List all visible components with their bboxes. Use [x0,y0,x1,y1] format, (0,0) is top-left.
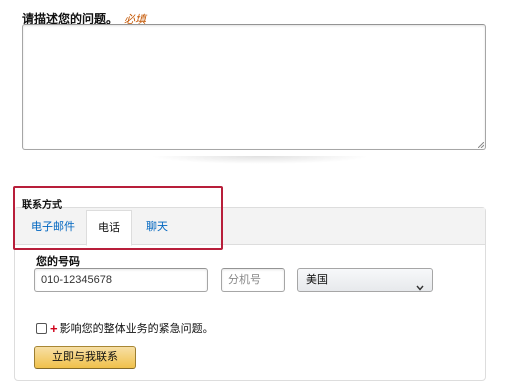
country-select[interactable]: 美国 [297,268,433,292]
tab-phone[interactable]: 电话 [86,210,132,246]
country-selected-value: 美国 [306,274,328,286]
urgent-issue-label: 影响您的整体业务的紧急问题。 [59,323,214,335]
chevron-down-icon [416,277,424,291]
section-divider [150,156,370,164]
phone-number-label: 您的号码 [36,256,80,268]
urgent-issue-row: + 影响您的整体业务的紧急问题。 [36,321,214,335]
call-me-now-button[interactable]: 立即与我联系 [34,346,136,369]
urgent-issue-checkbox[interactable] [36,322,47,334]
problem-description-textarea[interactable] [22,24,486,150]
contact-method-title: 联系方式 [22,200,62,211]
plus-icon: + [50,320,58,336]
tab-email[interactable]: 电子邮件 [22,210,84,246]
resize-grip-icon[interactable] [478,142,484,148]
extension-input[interactable] [221,268,285,292]
phone-number-input[interactable] [34,268,208,292]
tab-chat[interactable]: 聊天 [134,210,180,246]
